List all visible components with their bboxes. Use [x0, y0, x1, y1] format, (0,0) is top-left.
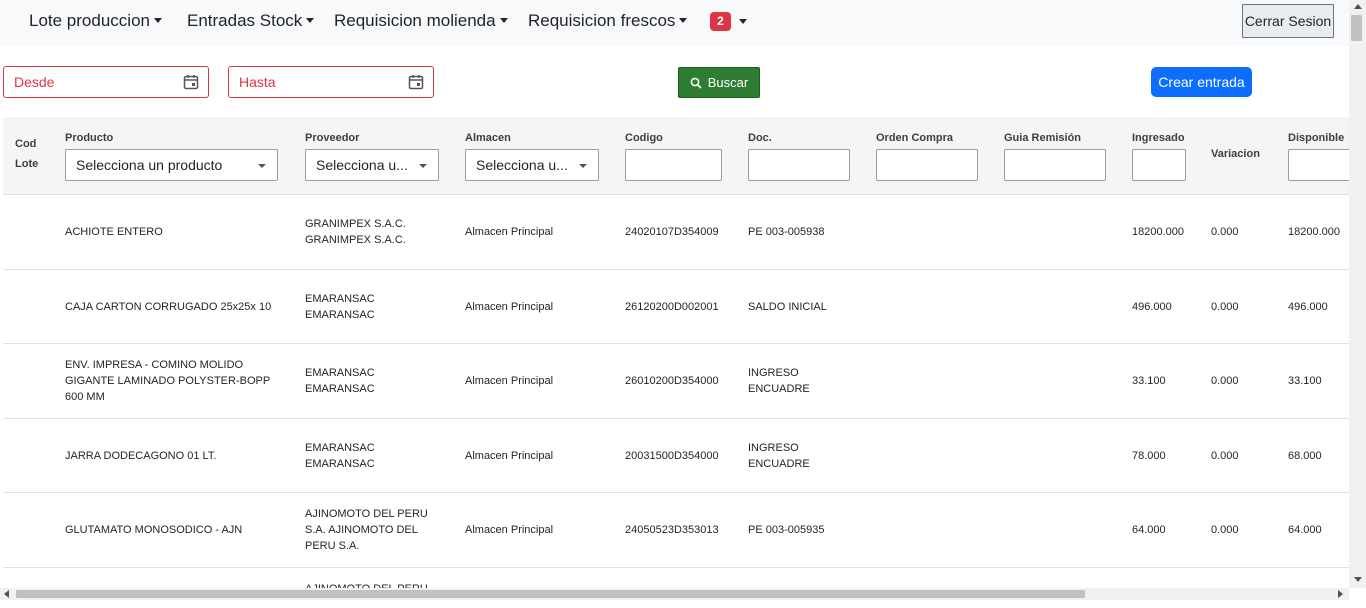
- col-header-variacion: Variacion: [1211, 148, 1260, 160]
- cell-proveedor: EMARANSAC EMARANSAC: [305, 441, 375, 470]
- cell-almacen: Almacen Principal: [465, 226, 554, 238]
- doc-filter-input[interactable]: [748, 149, 850, 181]
- cell-almacen: Almacen Principal: [465, 375, 554, 387]
- ingresado-filter-input[interactable]: [1132, 149, 1186, 181]
- cell-doc: INGRESO ENCUADRE: [748, 367, 810, 395]
- table-row[interactable]: GLUTAMATO MONOSODICO - AJN AJINOMOTO DEL…: [3, 493, 1349, 568]
- guia-remision-filter-input[interactable]: [1004, 149, 1106, 181]
- create-entry-button[interactable]: Crear entrada: [1151, 67, 1252, 97]
- cell-producto: JARRA DODECAGONO 01 LT.: [65, 449, 217, 462]
- cell-ingresado: 496.000: [1132, 300, 1172, 313]
- cell-doc: SALDO INICIAL: [748, 300, 827, 313]
- nav-entradas-stock[interactable]: Entradas Stock: [187, 0, 315, 42]
- top-navbar: Lote produccion Entradas Stock Requisici…: [0, 0, 1349, 46]
- search-icon: [690, 77, 702, 89]
- cell-variacion: 0.000: [1211, 375, 1239, 387]
- vertical-scroll-thumb[interactable]: [1351, 15, 1362, 41]
- cell-proveedor: EMARANSAC EMARANSAC: [305, 367, 375, 395]
- cell-variacion: 0.000: [1211, 226, 1239, 238]
- chevron-down-icon: [153, 18, 162, 23]
- orden-compra-filter-input[interactable]: [876, 149, 978, 181]
- chevron-down-icon: [419, 164, 427, 168]
- cell-codigo: 24050523D353013: [625, 524, 719, 536]
- cell-producto: GLUTAMATO MONOSODICO - AJN: [65, 524, 243, 536]
- cell-disponible: 64.000: [1288, 524, 1322, 536]
- col-header-cod: Cod: [15, 138, 37, 150]
- chevron-down-icon: [579, 164, 587, 168]
- cell-codigo: 20031500D354000: [625, 449, 719, 462]
- notification-badge[interactable]: 2: [710, 12, 731, 31]
- cell-disponible: 33.100: [1288, 375, 1322, 387]
- cell-proveedor: GRANIMPEX S.A.C. GRANIMPEX S.A.C.: [305, 218, 406, 246]
- table-row[interactable]: CAJA CARTON CORRUGADO 25x25x 10 EMARANSA…: [3, 270, 1349, 344]
- cell-variacion: 0.000: [1211, 524, 1239, 536]
- col-header-orden-compra: Orden Compra: [876, 132, 954, 144]
- cell-doc: PE 003-005938: [748, 226, 825, 238]
- col-header-guia-remision: Guia Remisión: [1004, 132, 1082, 144]
- cell-codigo: 24020107D354009: [625, 226, 719, 238]
- disponible-filter-input[interactable]: [1288, 149, 1349, 181]
- cell-disponible: 68.000: [1288, 449, 1322, 462]
- cell-codigo: 26010200D354000: [625, 375, 719, 387]
- scroll-right-icon[interactable]: [1338, 590, 1343, 598]
- col-header-doc: Doc.: [748, 132, 772, 144]
- col-header-lote: Lote: [15, 158, 39, 170]
- cell-proveedor: AJINOMOTO DEL PERU S.A. AJINOMOTO DEL PE…: [305, 508, 428, 552]
- cell-ingresado: 78.000: [1132, 449, 1166, 462]
- notification-dropdown-icon[interactable]: [739, 19, 747, 24]
- chevron-down-icon: [306, 18, 315, 23]
- table-row[interactable]: ENV. IMPRESA - COMINO MOLIDO GIGANTE LAM…: [3, 344, 1349, 419]
- chevron-down-icon: [258, 164, 266, 168]
- logout-button[interactable]: Cerrar Sesion: [1242, 4, 1334, 38]
- cell-variacion: 0.000: [1211, 449, 1239, 462]
- nav-requisicion-molienda[interactable]: Requisicion molienda: [334, 0, 508, 42]
- col-header-producto: Producto: [65, 132, 114, 144]
- col-header-almacen: Almacen: [465, 132, 511, 144]
- cell-ingresado: 33.100: [1132, 375, 1166, 387]
- nav-lote-produccion[interactable]: Lote produccion: [29, 0, 162, 42]
- col-header-codigo: Codigo: [625, 132, 663, 144]
- cell-codigo: 26120200D002001: [625, 300, 719, 313]
- chevron-down-icon: [499, 18, 508, 23]
- cell-proveedor: EMARANSAC EMARANSAC: [305, 292, 375, 321]
- cell-producto: ENV. IMPRESA - COMINO MOLIDO GIGANTE LAM…: [65, 359, 270, 403]
- cell-disponible: 496.000: [1288, 300, 1328, 313]
- cell-variacion: 0.000: [1211, 300, 1239, 313]
- cell-ingresado: 18200.000: [1132, 226, 1184, 238]
- cell-doc: PE 003-005935: [748, 524, 825, 536]
- chevron-down-icon: [679, 18, 688, 23]
- codigo-filter-input[interactable]: [625, 149, 722, 181]
- date-from-input[interactable]: Desde: [3, 66, 209, 98]
- search-button[interactable]: Buscar: [678, 67, 760, 98]
- cell-doc: INGRESO ENCUADRE: [748, 441, 810, 470]
- cell-almacen: Almacen Principal: [465, 300, 554, 313]
- proveedor-filter-select[interactable]: Selecciona u...: [305, 149, 439, 181]
- table-row[interactable]: ACHIOTE ENTERO GRANIMPEX S.A.C. GRANIMPE…: [3, 195, 1349, 270]
- col-header-disponible: Disponible: [1288, 132, 1345, 144]
- almacen-filter-select[interactable]: Selecciona u...: [465, 149, 599, 181]
- cell-almacen: Almacen Principal: [465, 449, 554, 462]
- producto-filter-select[interactable]: Selecciona un producto: [65, 149, 278, 181]
- cell-ingresado: 64.000: [1132, 524, 1166, 536]
- horizontal-scrollbar[interactable]: [0, 588, 1349, 600]
- calendar-icon[interactable]: [408, 74, 424, 90]
- nav-requisicion-frescos[interactable]: Requisicion frescos: [528, 0, 688, 42]
- horizontal-scroll-thumb[interactable]: [16, 590, 1085, 598]
- table-row[interactable]: JARRA DODECAGONO 01 LT. EMARANSAC EMARAN…: [3, 419, 1349, 493]
- col-header-ingresado: Ingresado: [1132, 132, 1185, 144]
- table-header: Cod Lote Producto Selecciona un producto…: [3, 117, 1349, 195]
- vertical-scrollbar[interactable]: [1349, 0, 1366, 588]
- date-to-input[interactable]: Hasta: [228, 66, 434, 98]
- cell-disponible: 18200.000: [1288, 226, 1340, 238]
- cell-almacen: Almacen Principal: [465, 524, 554, 536]
- calendar-icon[interactable]: [183, 74, 199, 90]
- col-header-proveedor: Proveedor: [305, 132, 360, 144]
- scroll-down-icon[interactable]: [1354, 577, 1362, 582]
- scroll-left-icon[interactable]: [4, 590, 9, 598]
- cell-producto: CAJA CARTON CORRUGADO 25x25x 10: [65, 300, 272, 313]
- scroll-up-icon[interactable]: [1354, 4, 1362, 9]
- cell-producto: ACHIOTE ENTERO: [65, 226, 163, 238]
